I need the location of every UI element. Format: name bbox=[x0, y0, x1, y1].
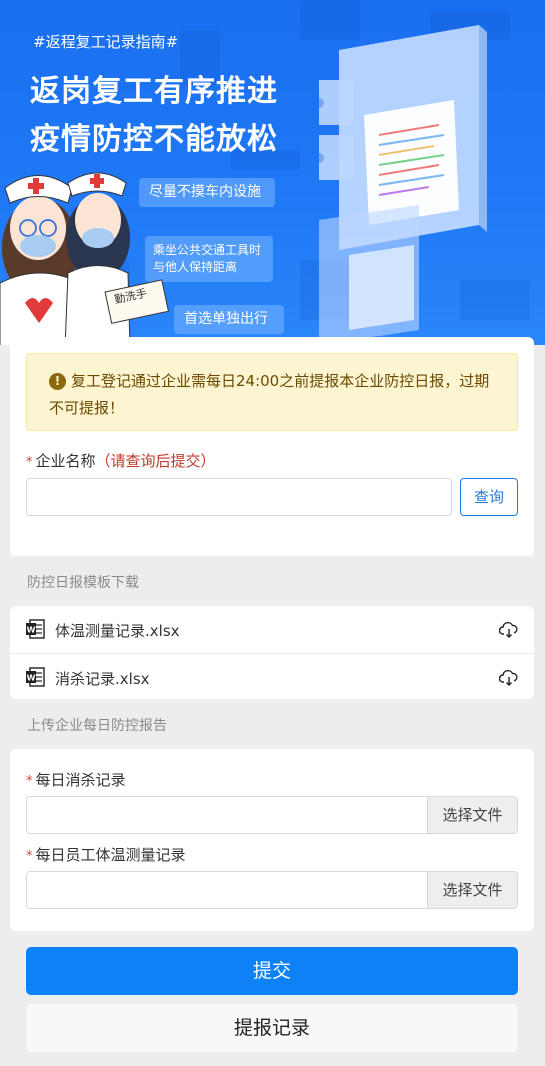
templates-section-title: 防控日报模板下载 bbox=[27, 575, 139, 591]
required-mark: * bbox=[26, 455, 33, 470]
deadline-notice: ! 复工登记通过企业需每日24:00之前提报本企业防控日报，过期不可提报！ bbox=[26, 353, 518, 431]
svg-text:W: W bbox=[27, 674, 36, 683]
company-name-label: * 企业名称（请查询后提交） bbox=[26, 450, 216, 471]
disinfection-record-label: * 每日消杀记录 bbox=[26, 769, 126, 790]
nurses-illustration bbox=[0, 172, 170, 345]
word-document-icon: W bbox=[26, 619, 45, 639]
temperature-record-label-text: 每日员工体温测量记录 bbox=[35, 846, 186, 864]
file-row-temperature[interactable]: W 体温测量记录.xlsx bbox=[10, 606, 534, 652]
computer-screens-illustration bbox=[319, 25, 487, 340]
submit-button[interactable]: 提交 bbox=[26, 947, 518, 995]
banner-headline-line2: 疫情防控不能放松 bbox=[30, 122, 278, 157]
file-name: 消杀记录.xlsx bbox=[55, 670, 150, 688]
temperature-record-label: * 每日员工体温测量记录 bbox=[26, 844, 186, 865]
svg-text:W: W bbox=[27, 626, 36, 635]
notice-text: 复工登记通过企业需每日24:00之前提报本企业防控日报，过期不可提报！ bbox=[49, 372, 490, 417]
disinfection-record-file-input[interactable]: 选择文件 bbox=[26, 796, 518, 834]
report-records-button[interactable]: 提报记录 bbox=[26, 1004, 518, 1052]
company-name-label-text: 企业名称 bbox=[35, 452, 96, 470]
file-row-disinfection[interactable]: W 消杀记录.xlsx bbox=[10, 653, 534, 699]
upload-section-title: 上传企业每日防控报告 bbox=[27, 718, 167, 734]
choose-file-button[interactable]: 选择文件 bbox=[427, 797, 517, 833]
file-name: 体温测量记录.xlsx bbox=[55, 622, 180, 640]
company-name-input[interactable] bbox=[26, 478, 452, 516]
cloud-download-icon[interactable] bbox=[499, 669, 519, 687]
banner-hashtag: #返程复工记录指南# bbox=[33, 33, 179, 51]
required-mark: * bbox=[26, 774, 33, 789]
upload-card: * 每日消杀记录 选择文件 * 每日员工体温测量记录 选择文件 bbox=[10, 749, 534, 931]
tip-bubble-travel-alone: 首选单独出行 bbox=[174, 305, 284, 334]
word-document-icon: W bbox=[26, 667, 45, 687]
query-button[interactable]: 查询 bbox=[460, 478, 518, 516]
company-card: ! 复工登记通过企业需每日24:00之前提报本企业防控日报，过期不可提报！ * 企业… bbox=[10, 337, 534, 556]
banner-headline-line1: 返岗复工有序推进 bbox=[30, 74, 278, 109]
disinfection-record-label-text: 每日消杀记录 bbox=[35, 771, 126, 789]
temperature-record-file-input[interactable]: 选择文件 bbox=[26, 871, 518, 909]
template-file-list: W 体温测量记录.xlsx W 消杀记录.xlsx bbox=[10, 606, 534, 699]
required-mark: * bbox=[26, 849, 33, 864]
company-name-hint: （请查询后提交） bbox=[95, 452, 216, 470]
choose-file-button[interactable]: 选择文件 bbox=[427, 872, 517, 908]
header-banner: #返程复工记录指南# 返岗复工有序推进 疫情防控不能放松 尽量不摸车内设施 乘坐… bbox=[0, 0, 545, 345]
exclamation-circle-icon: ! bbox=[49, 373, 66, 390]
cloud-download-icon[interactable] bbox=[499, 621, 519, 639]
